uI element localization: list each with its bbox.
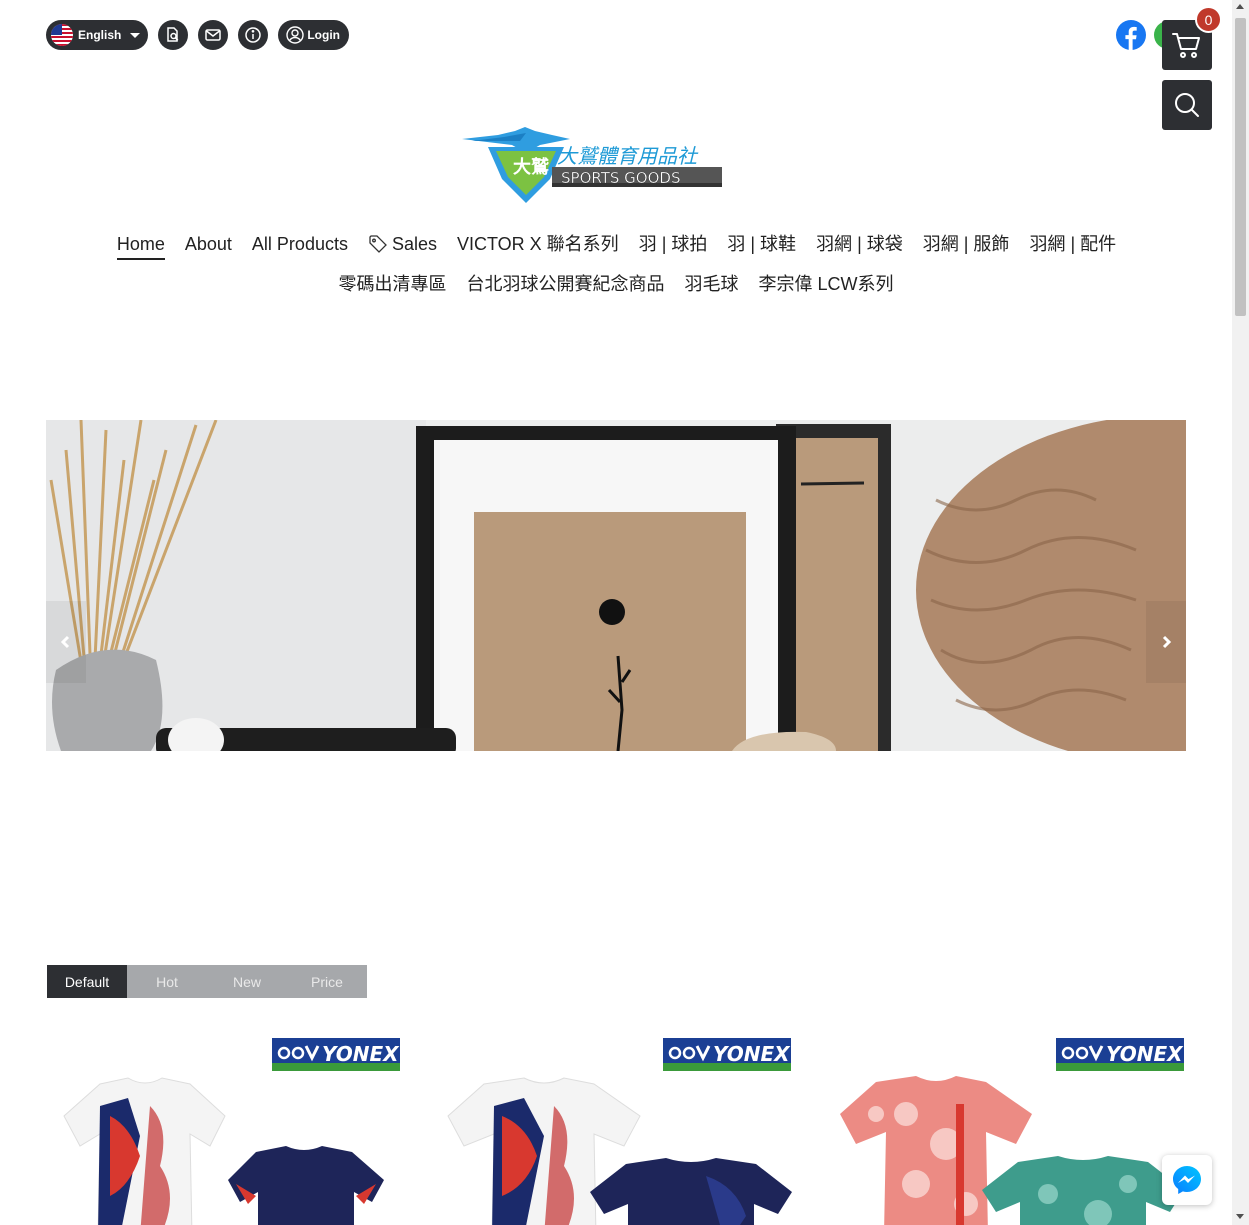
nav-rackets[interactable]: 羽 | 球拍 bbox=[639, 233, 708, 255]
yonex-brand-text: YONEX bbox=[713, 1042, 791, 1066]
nav-about-label: About bbox=[184, 234, 232, 254]
scrollbar-thumb[interactable] bbox=[1235, 18, 1246, 316]
info-icon bbox=[245, 27, 262, 43]
product-image-secondary bbox=[590, 1158, 792, 1225]
nav-apparel-label: 羽網 | 服飾 bbox=[922, 234, 1010, 254]
logo-english-name: SPORTS GOODS bbox=[561, 169, 680, 187]
nav-all-products-label: All Products bbox=[251, 234, 348, 254]
cart-icon bbox=[1172, 33, 1200, 58]
nav-taipei-open[interactable]: 台北羽球公開賽紀念商品 bbox=[467, 273, 665, 295]
yonex-logo: YONEX bbox=[272, 1038, 400, 1071]
nav-home[interactable]: Home bbox=[116, 233, 165, 260]
cart-count-badge: 0 bbox=[1195, 6, 1222, 33]
mail-icon bbox=[205, 29, 222, 41]
main-nav-row-1: Home About All Products Sales VICTOR X 聯… bbox=[0, 233, 1232, 260]
top-toolbar: English Login bbox=[46, 20, 349, 50]
sort-tabs: Default Hot New Price bbox=[47, 965, 367, 998]
nav-sales[interactable]: Sales bbox=[368, 233, 437, 255]
nav-sales-label: Sales bbox=[391, 234, 437, 254]
yonex-logo: YONEX bbox=[663, 1038, 791, 1071]
nav-home-label: Home bbox=[116, 234, 165, 254]
yonex-brand-text: YONEX bbox=[1106, 1042, 1184, 1066]
product-image bbox=[63, 1077, 226, 1225]
order-search-button[interactable] bbox=[158, 20, 189, 50]
login-label: Login bbox=[307, 28, 340, 42]
product-card[interactable]: YONEX bbox=[436, 1030, 796, 1225]
tag-icon bbox=[369, 235, 387, 253]
hero-next-button[interactable] bbox=[1146, 601, 1186, 683]
product-card[interactable]: YONEX bbox=[828, 1030, 1188, 1225]
nav-shuttlecocks[interactable]: 羽毛球 bbox=[685, 273, 739, 295]
language-selector[interactable]: English bbox=[46, 20, 149, 50]
login-button[interactable]: Login bbox=[278, 20, 349, 50]
nav-lcw-series-label: 李宗偉 LCW系列 bbox=[758, 274, 894, 294]
nav-bags[interactable]: 羽網 | 球袋 bbox=[816, 233, 903, 255]
nav-lcw-series[interactable]: 李宗偉 LCW系列 bbox=[759, 273, 894, 295]
logo-badge-text: 大鷲 bbox=[513, 156, 549, 178]
sort-tab-price[interactable]: Price bbox=[287, 965, 367, 998]
nav-clearance[interactable]: 零碼出清專區 bbox=[339, 273, 447, 295]
scroll-down-arrow-icon[interactable] bbox=[1236, 1214, 1244, 1219]
scroll-up-arrow-icon[interactable] bbox=[1236, 4, 1244, 9]
nav-apparel[interactable]: 羽網 | 服飾 bbox=[923, 233, 1010, 255]
nav-clearance-label: 零碼出清專區 bbox=[338, 274, 447, 294]
yonex-logo: YONEX bbox=[1056, 1038, 1184, 1071]
sort-tab-hot[interactable]: Hot bbox=[127, 965, 207, 998]
search-icon bbox=[1175, 93, 1199, 117]
messenger-icon bbox=[1173, 1166, 1201, 1194]
product-card[interactable]: YONEX bbox=[46, 1030, 406, 1225]
logo-chinese-name: 大鷲體育用品社 bbox=[557, 144, 699, 168]
nav-bags-label: 羽網 | 球袋 bbox=[816, 234, 903, 254]
nav-shuttlecocks-label: 羽毛球 bbox=[684, 274, 739, 294]
hero-banner-image bbox=[46, 420, 1186, 751]
order-search-icon bbox=[167, 27, 179, 42]
nav-taipei-open-label: 台北羽球公開賽紀念商品 bbox=[466, 274, 665, 294]
product-image-secondary bbox=[228, 1146, 384, 1225]
site-logo[interactable]: 大鷲 大鷲體育用品社 SPORTS GOODS bbox=[460, 127, 724, 203]
caret-down-icon bbox=[130, 32, 141, 38]
main-nav-row-2: 零碼出清專區 台北羽球公開賽紀念商品 羽毛球 李宗偉 LCW系列 bbox=[0, 273, 1232, 295]
nav-all-products[interactable]: All Products bbox=[252, 233, 348, 255]
facebook-link[interactable] bbox=[1116, 20, 1146, 50]
nav-rackets-label: 羽 | 球拍 bbox=[638, 234, 708, 254]
nav-shoes-label: 羽 | 球鞋 bbox=[727, 234, 797, 254]
product-image-secondary bbox=[982, 1156, 1184, 1225]
sort-tab-default[interactable]: Default bbox=[47, 965, 127, 998]
facebook-icon bbox=[1116, 20, 1146, 50]
info-button[interactable] bbox=[238, 20, 269, 50]
nav-about[interactable]: About bbox=[185, 233, 232, 255]
nav-shoes[interactable]: 羽 | 球鞋 bbox=[727, 233, 796, 255]
us-flag-icon bbox=[51, 24, 73, 46]
nav-accessories-label: 羽網 | 配件 bbox=[1029, 234, 1117, 254]
chevron-right-icon bbox=[1162, 635, 1172, 649]
contact-mail-button[interactable] bbox=[198, 20, 229, 50]
messenger-chat-button[interactable] bbox=[1162, 1155, 1212, 1205]
nav-accessories[interactable]: 羽網 | 配件 bbox=[1029, 233, 1116, 255]
language-label: English bbox=[78, 28, 122, 42]
search-button[interactable] bbox=[1162, 80, 1212, 130]
user-icon bbox=[286, 26, 305, 44]
yonex-brand-text: YONEX bbox=[322, 1042, 400, 1066]
hero-prev-button[interactable] bbox=[46, 601, 86, 683]
nav-victor-collab[interactable]: VICTOR X 聯名系列 bbox=[457, 233, 619, 255]
nav-victor-collab-label: VICTOR X 聯名系列 bbox=[457, 234, 619, 254]
chevron-left-icon bbox=[60, 635, 70, 649]
sort-tab-new[interactable]: New bbox=[207, 965, 287, 998]
